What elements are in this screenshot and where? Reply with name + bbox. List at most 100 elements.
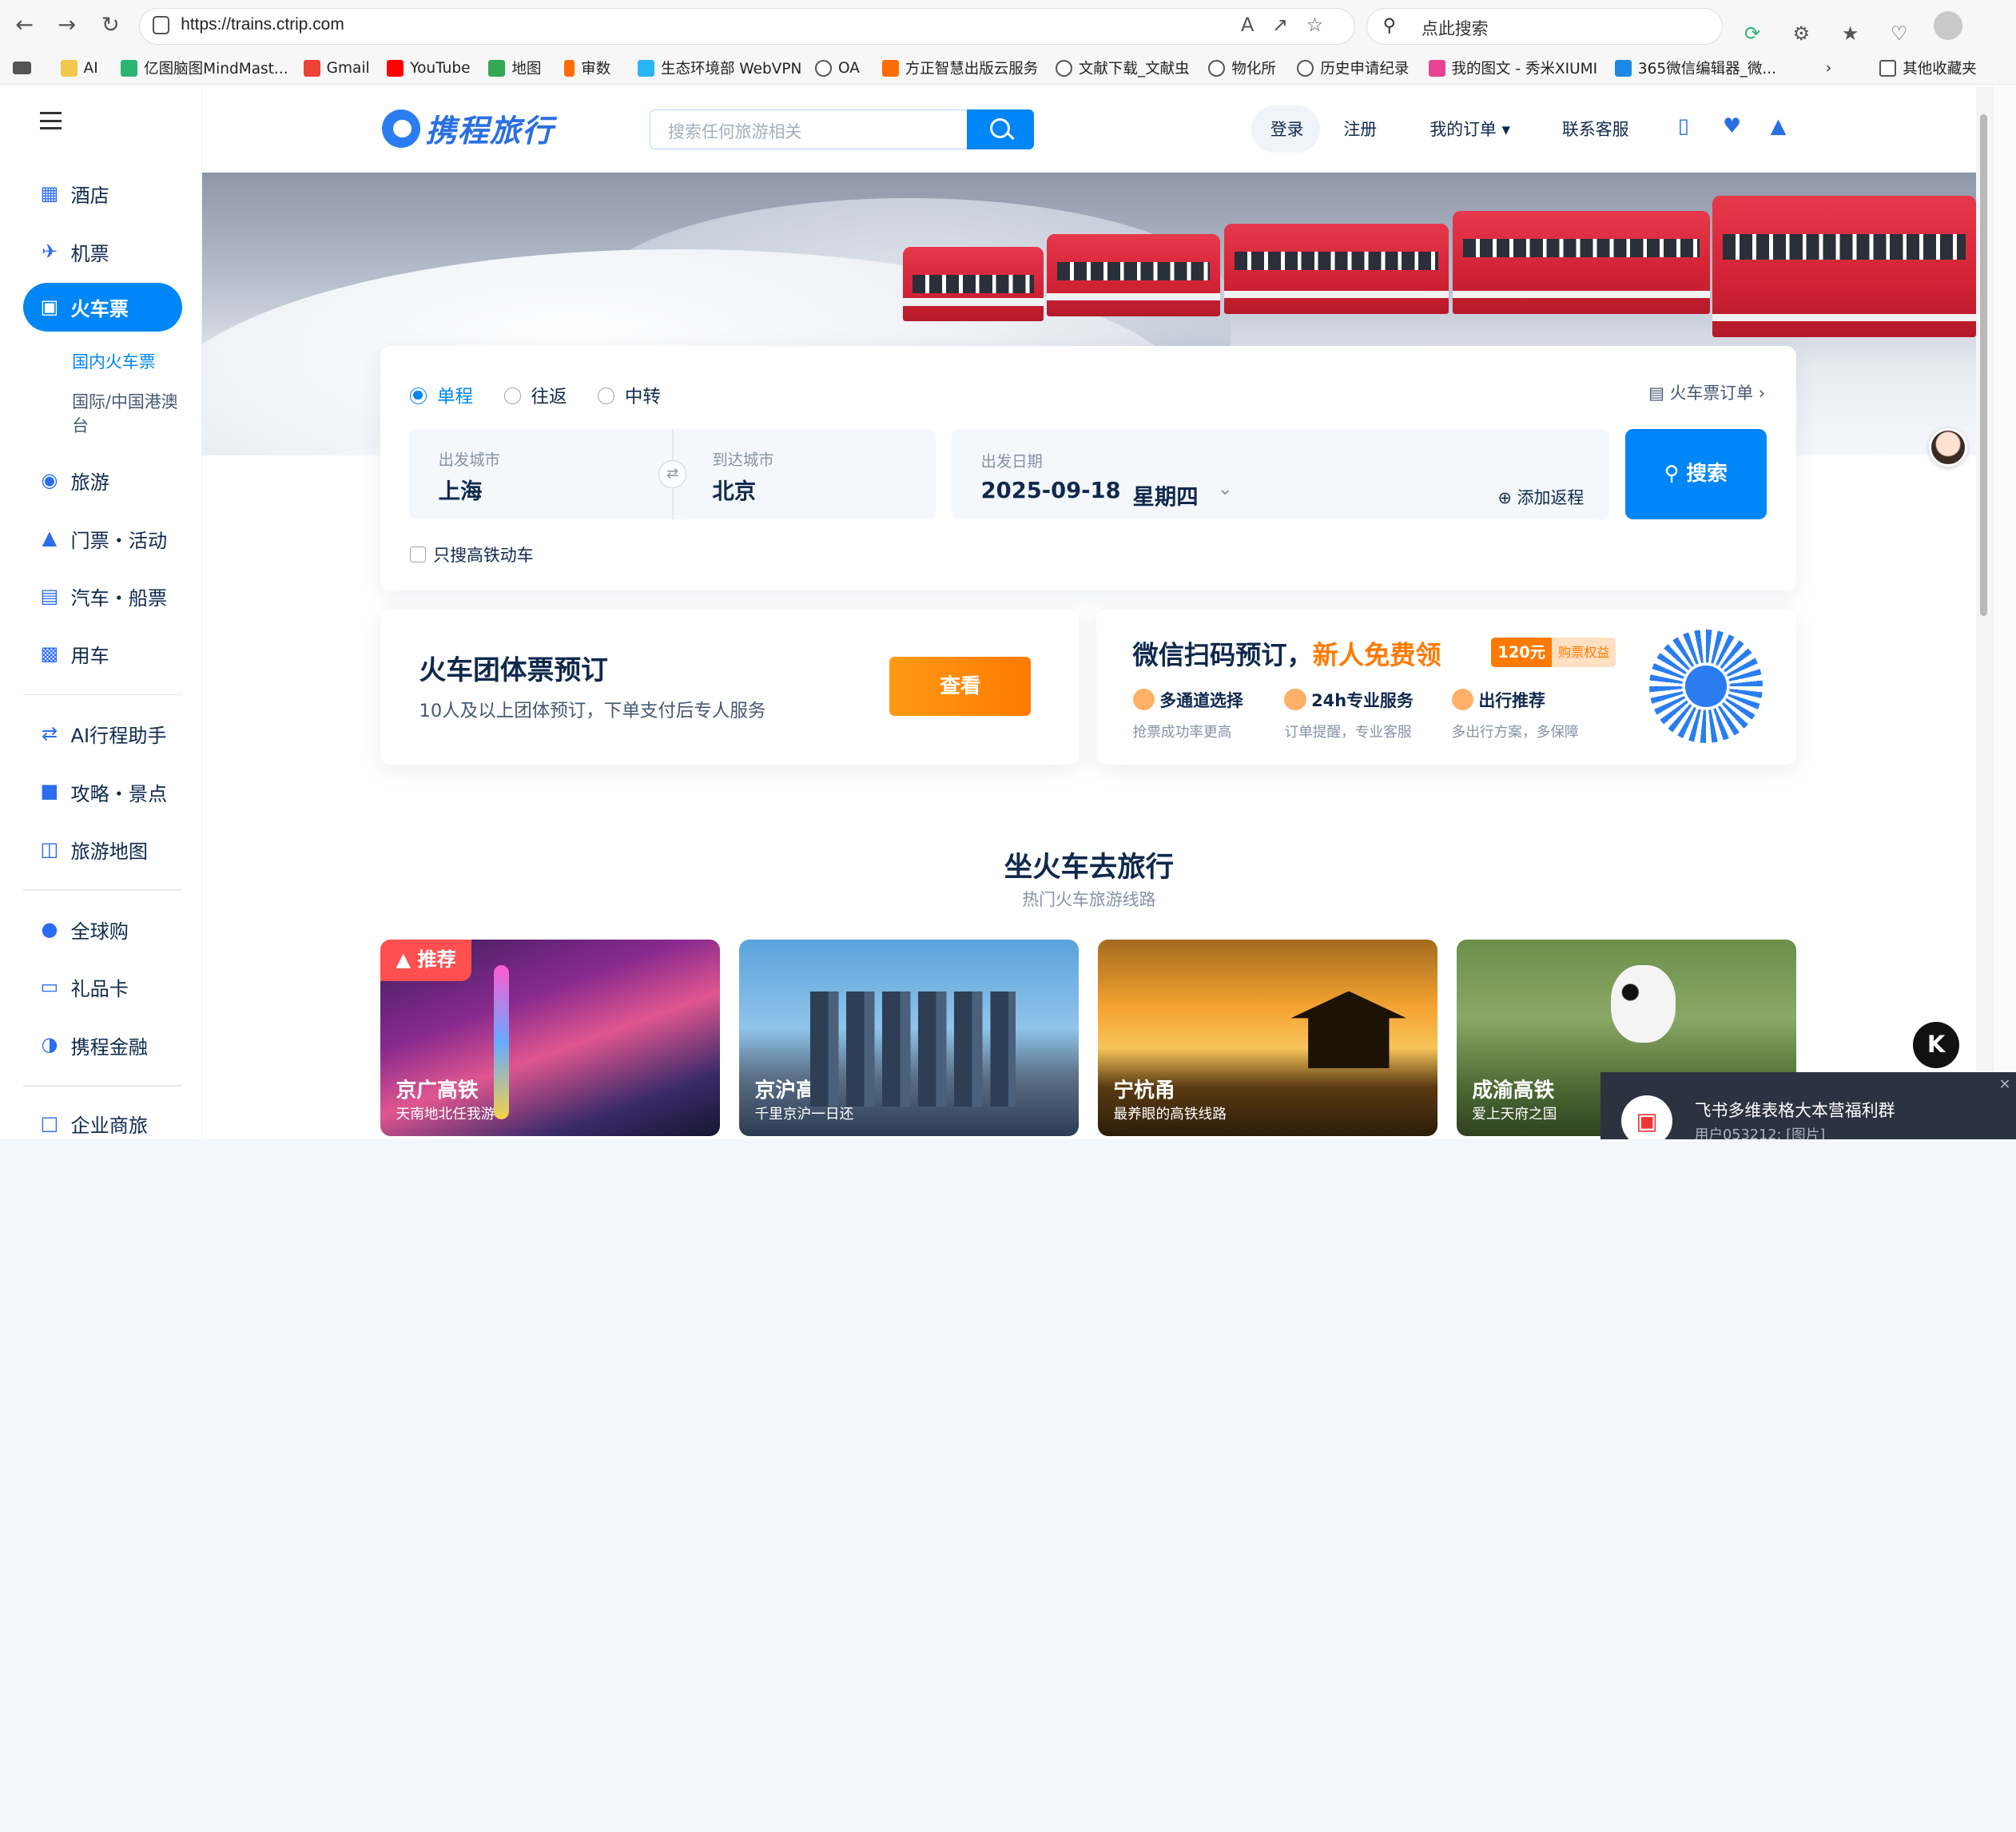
address-bar[interactable]: https://trains.ctrip.com A↗☆ (138, 7, 1355, 46)
browser-toolbar: ← → ↻ https://trains.ctrip.com A↗☆ ⚲ 点此搜… (0, 0, 2016, 73)
sidebar-sub-international-trains[interactable]: 国际/中国港澳台 (72, 390, 188, 439)
site-search-button[interactable] (966, 109, 1034, 149)
bookmarks-bar: AI 亿图脑图MindMast... Gmail YouTube 地图 审数 生… (0, 51, 2016, 85)
high-speed-only-checkbox[interactable]: 只搜高铁动车 (410, 542, 534, 566)
browser-search-placeholder: 点此搜索 (1421, 19, 1489, 39)
read-aloud-and-favorite-icons[interactable]: A↗☆ (1241, 14, 1342, 36)
sidebar-item-business-travel[interactable]: □ 企业商旅 (23, 1099, 183, 1139)
login-link[interactable]: 登录 (1270, 117, 1304, 141)
trip-type-transfer[interactable]: 中转 (598, 383, 661, 408)
search-icon: ⚲ (1382, 14, 1397, 36)
chevron-down-icon[interactable]: ⌄ (1218, 479, 1233, 499)
handshake-icon[interactable]: ♥ (1723, 114, 1741, 138)
to-city-label: 到达城市 (712, 450, 774, 469)
extensions-icon[interactable]: ⚙ (1787, 20, 1815, 48)
route-desc: 千里京沪一日还 (754, 1107, 854, 1123)
browser-side-rail (1992, 85, 2016, 1139)
search-trains-button[interactable]: ⚲ 搜索 (1624, 429, 1767, 520)
trip-type-one-way[interactable]: 单程 (410, 383, 473, 408)
add-return-button[interactable]: ⊕ 添加返程 (1497, 485, 1584, 509)
bookmark-folder[interactable]: 其他收藏夹 (1879, 57, 1977, 80)
sidebar-item-label: 礼品卡 (70, 978, 129, 1001)
date-selector[interactable]: 出发日期 2025-09-18 星期四 ⌄ ⊕ 添加返程 (951, 429, 1610, 520)
bookmark-item[interactable]: 我的图文 - 秀米XIUMI (1428, 57, 1597, 80)
site-search-placeholder: 搜索任何旅游相关 (668, 122, 802, 141)
bookmark-item[interactable]: 方正智慧出版云服务 (881, 57, 1038, 80)
customer-service-link[interactable]: 联系客服 (1562, 117, 1629, 141)
assistant-avatar[interactable] (1928, 427, 1967, 467)
globe-icon: ● (41, 917, 58, 940)
page-scrollbar[interactable] (1976, 85, 1993, 1139)
close-icon[interactable]: ✕ (1999, 1077, 2011, 1093)
route-card[interactable]: 宁杭甬 最养眼的高铁线路 (1098, 940, 1437, 1137)
browser-search-box[interactable]: ⚲ 点此搜索 (1366, 7, 1724, 46)
bookmark-item[interactable]: 地图 (488, 57, 541, 80)
register-link[interactable]: 注册 (1343, 117, 1377, 141)
back-icon[interactable]: ← (10, 11, 38, 39)
sidebar-item-car[interactable]: ▩ 用车 (23, 630, 183, 678)
sidebar-item-travel[interactable]: ◉ 旅游 (23, 456, 183, 505)
sidebar-item-finance[interactable]: ◑ 携程金融 (23, 1021, 183, 1070)
bookmarks-overflow-chevron-icon[interactable]: › (1826, 57, 1831, 80)
forward-icon[interactable]: → (53, 11, 81, 39)
sidebar-item-label: 酒店 (70, 185, 109, 208)
route-card[interactable]: ▲ 推荐 京广高铁 天南地北任我游 (380, 940, 721, 1137)
profile-avatar[interactable] (1934, 11, 1962, 40)
route-desc: 最养眼的高铁线路 (1113, 1107, 1227, 1123)
train-orders-link[interactable]: ▤ 火车票订单 › (1648, 380, 1765, 404)
favorites-icon[interactable]: ★ (1836, 20, 1864, 48)
date-value[interactable]: 2025-09-18 (981, 479, 1121, 503)
notification-toast[interactable]: ▣ 飞书多维表格大本营福利群 用户053212: [图片] ✕ (1600, 1071, 2016, 1139)
bookmark-item[interactable]: 审数 (564, 57, 610, 80)
bookmark-item[interactable]: 亿图脑图MindMast... (121, 57, 288, 80)
bookmark-item[interactable]: YouTube (387, 57, 470, 80)
to-city-input[interactable]: 北京 (712, 473, 756, 505)
menu-icon[interactable] (39, 111, 62, 130)
bookmark-item[interactable]: Gmail (303, 57, 370, 80)
recommend-icon (1451, 689, 1473, 711)
scrollbar-thumb[interactable] (1979, 114, 1988, 616)
sidebar-item-flights[interactable]: ✈ 机票 (23, 228, 183, 276)
bookmark-item[interactable]: OA (815, 57, 860, 80)
logo-text: 携程旅行 (425, 113, 555, 149)
sidebar-item-global-shopping[interactable]: ● 全球购 (23, 905, 183, 954)
bookmark-item[interactable]: 历史申请纪录 (1297, 57, 1409, 80)
bookmark-item[interactable]: 文献下载_文献虫 (1055, 57, 1190, 80)
sidebar-item-hotel[interactable]: ▦ 酒店 (23, 169, 183, 218)
mobile-app-icon[interactable]: ▯ (1678, 114, 1689, 138)
from-city-input[interactable]: 上海 (439, 473, 483, 505)
bookmark-menu-icon[interactable] (13, 57, 38, 80)
channel-icon (1132, 689, 1155, 711)
plus-circle-icon: ⊕ (1497, 487, 1512, 507)
bookmark-item[interactable]: 物化所 (1208, 57, 1276, 80)
url-text[interactable]: https://trains.ctrip.com (181, 15, 344, 34)
bookmark-item[interactable]: 生态环境部 WebVPN (638, 57, 801, 80)
trip-type-round-trip[interactable]: 往返 (503, 383, 567, 408)
ctrip-logo[interactable]: 携程旅行 (381, 107, 555, 151)
finance-icon: ◑ (41, 1033, 58, 1056)
route-name: 京广高铁 (396, 1078, 479, 1103)
sidebar-item-tickets[interactable]: ▲ 门票・活动 (23, 515, 183, 563)
my-orders-dropdown[interactable]: 我的订单 ▾ (1429, 117, 1510, 141)
site-header: 携程旅行 搜索任何旅游相关 登录 注册 我的订单 ▾ 联系客服 ▯ ♥ ▲ (201, 85, 1977, 174)
sidebar-item-trains[interactable]: ▣ 火车票 (22, 282, 183, 332)
sidebar-item-bus[interactable]: ▤ 汽车・船票 (23, 572, 183, 621)
sidebar-item-gift-card[interactable]: ▭ 礼品卡 (23, 963, 183, 1011)
sidebar-divider (22, 1084, 183, 1087)
swap-cities-icon[interactable]: ⇄ (658, 460, 687, 489)
view-group-ticket-button[interactable]: 查看 (889, 657, 1032, 717)
heart-icon[interactable]: ♡ (1885, 20, 1913, 48)
train-small-icon: ▤ (1648, 383, 1664, 403)
sidebar-item-guides[interactable]: ■ 攻略・景点 (23, 768, 183, 817)
bookmark-item[interactable]: 365微信编辑器_微... (1614, 57, 1776, 80)
route-card[interactable]: 京沪高铁 千里京沪一日还 (739, 940, 1079, 1137)
radio-icon (503, 387, 521, 404)
sidebar-item-ai-assistant[interactable]: ⇄ AI行程助手 (23, 709, 183, 758)
sidebar-sub-domestic-trains[interactable]: 国内火车票 (72, 350, 188, 375)
reload-icon[interactable]: ↻ (97, 11, 125, 39)
k-assistant-icon[interactable]: K (1913, 1022, 1960, 1069)
user-service-icon[interactable]: ▲ (1771, 114, 1787, 138)
site-search-input[interactable]: 搜索任何旅游相关 (649, 109, 967, 149)
bookmark-item[interactable]: AI (60, 57, 98, 80)
refresh-extension-icon[interactable]: ⟳ (1738, 20, 1766, 48)
